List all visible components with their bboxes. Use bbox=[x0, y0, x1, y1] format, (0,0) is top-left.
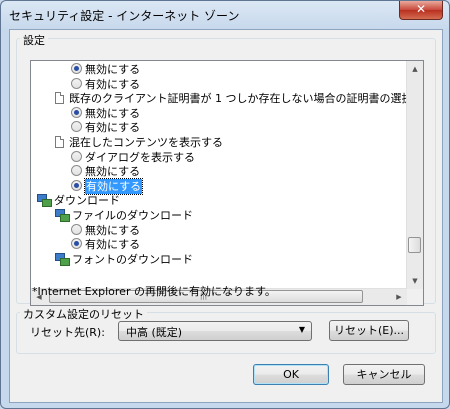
tree-row-label: 混在したコンテンツを表示する bbox=[69, 136, 223, 149]
radio-button[interactable] bbox=[71, 238, 82, 250]
close-button[interactable]: ✕ bbox=[399, 1, 443, 20]
chevron-down-icon: ▼ bbox=[298, 325, 305, 334]
tree-row-label: ダイアログを表示する bbox=[85, 150, 195, 164]
settings-tree[interactable]: 無効にする 有効にする 既存のクライアント証明書が 1 つしか存在しない場合の証明書… bbox=[30, 60, 424, 306]
reset-level-value: 中高 (既定) bbox=[126, 326, 183, 339]
radio-button[interactable] bbox=[71, 223, 82, 235]
tree-row-label: 無効にする bbox=[85, 63, 141, 76]
vertical-scrollbar[interactable]: ▲ ▼ bbox=[406, 61, 423, 289]
tree-row-label: 有効にする bbox=[85, 238, 141, 252]
tree-row-label: ファイルのダウンロード bbox=[72, 209, 193, 222]
network-icon bbox=[55, 252, 70, 266]
tree-row-label: 有効にする bbox=[85, 121, 141, 135]
document-icon bbox=[55, 92, 64, 105]
radio-button[interactable] bbox=[71, 179, 82, 191]
network-icon bbox=[55, 208, 70, 222]
title-bar: セキュリティ設定 - インターネット ゾーン ✕ bbox=[1, 1, 449, 29]
dialog-client-area: 設定 無効にする 有効にする 既存のクライアント証明書が 1 つしか存在しない場合の… bbox=[9, 29, 443, 403]
radio-button[interactable] bbox=[71, 63, 82, 74]
tree-row-label: ダウンロード bbox=[54, 194, 120, 208]
document-icon bbox=[55, 136, 64, 148]
radio-button[interactable] bbox=[71, 106, 82, 118]
network-icon bbox=[37, 193, 52, 208]
tree-row-label: 無効にする bbox=[85, 223, 141, 237]
security-settings-dialog: セキュリティ設定 - インターネット ゾーン ✕ 設定 無効にする 有効にする 既存… bbox=[0, 0, 450, 409]
close-icon: ✕ bbox=[415, 2, 427, 16]
tree-row-label: 有効にする bbox=[83, 177, 144, 195]
vertical-scroll-thumb[interactable] bbox=[408, 237, 421, 253]
radio-button[interactable] bbox=[71, 121, 82, 133]
radio-button[interactable] bbox=[71, 165, 82, 177]
scroll-right-icon[interactable]: ▶ bbox=[391, 289, 407, 305]
tree-row-label: 有効にする bbox=[85, 77, 141, 91]
restart-note: *Internet Explorer の再開後に有効になります。 bbox=[32, 285, 276, 298]
radio-button[interactable] bbox=[71, 77, 82, 89]
reset-level-select[interactable]: 中高 (既定) ▼ bbox=[118, 321, 312, 341]
cancel-button[interactable]: キャンセル bbox=[343, 364, 425, 385]
tree-row-label: 既存のクライアント証明書が 1 つしか存在しない場合の証明書の選択 bbox=[69, 92, 413, 106]
reset-button[interactable]: リセット(E)... bbox=[329, 320, 409, 341]
window-title: セキュリティ設定 - インターネット ゾーン bbox=[9, 9, 240, 23]
radio-button[interactable] bbox=[71, 150, 82, 162]
tree-row-label: 無効にする bbox=[85, 165, 141, 179]
settings-group-label: 設定 bbox=[20, 32, 48, 48]
ok-button[interactable]: OK bbox=[253, 364, 329, 385]
reset-group-label: カスタム設定のリセット bbox=[20, 306, 147, 322]
tree-row-label: フォントのダウンロード bbox=[72, 252, 193, 266]
tree-row-label: 無効にする bbox=[85, 106, 141, 120]
scroll-up-icon[interactable]: ▲ bbox=[407, 61, 423, 77]
scrollbar-corner bbox=[407, 289, 423, 305]
scroll-down-icon[interactable]: ▼ bbox=[407, 273, 423, 289]
reset-to-label: リセット先(R): bbox=[30, 326, 105, 339]
